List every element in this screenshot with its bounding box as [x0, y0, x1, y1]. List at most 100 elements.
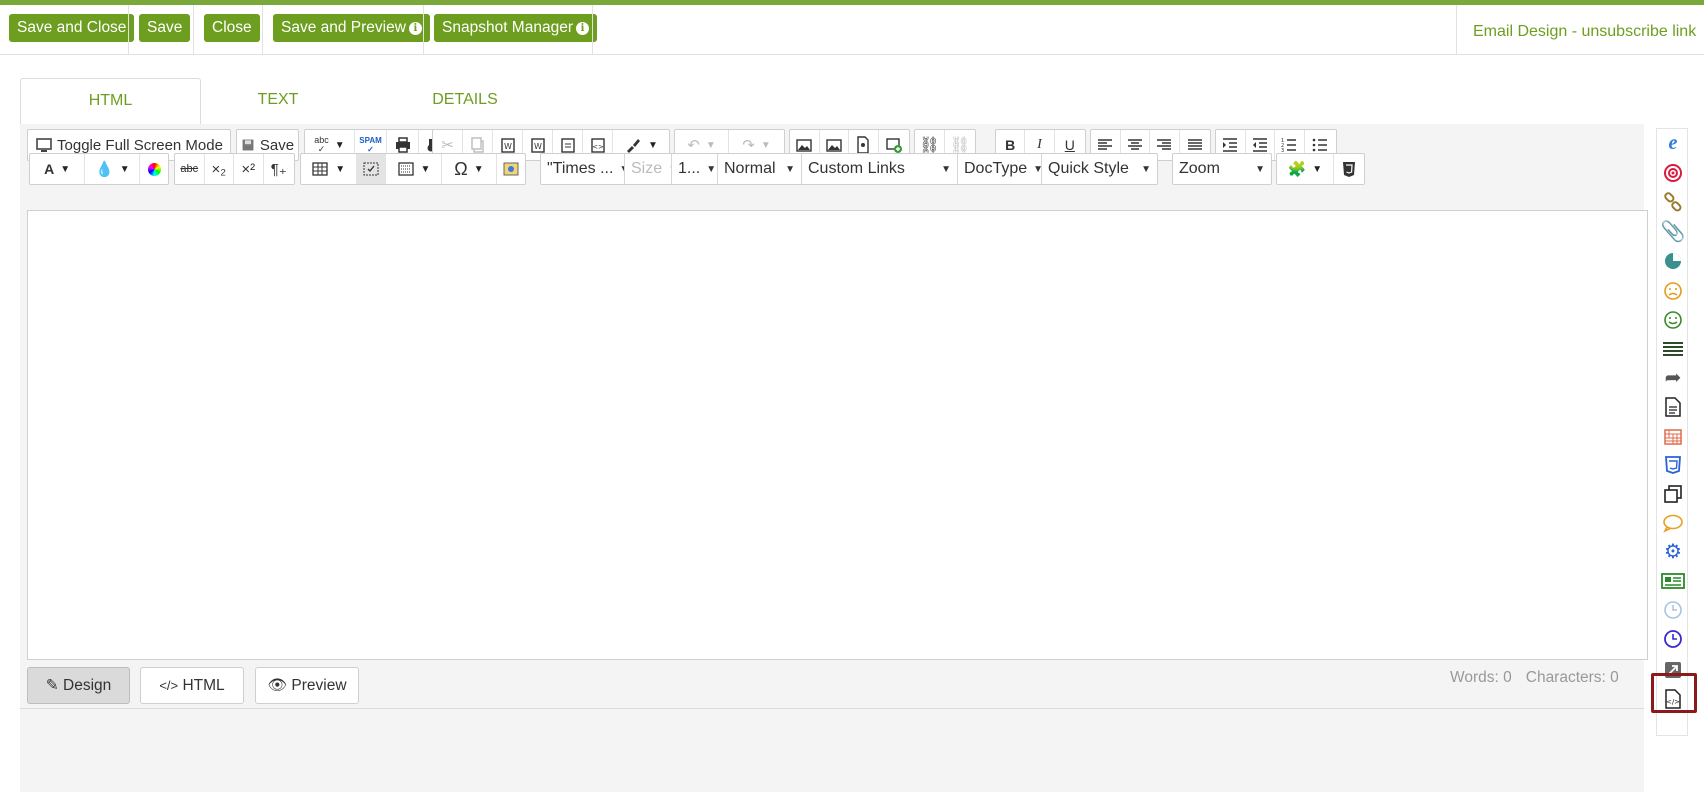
link-chain-icon[interactable]: [1661, 190, 1685, 214]
chevron-down-icon: ▼: [785, 163, 795, 175]
align-left-icon: [1098, 139, 1113, 150]
save-and-preview-button[interactable]: Save and Preview i: [273, 14, 430, 42]
spam-text: SPAM: [359, 136, 382, 145]
script-group: abc ×₂ ×² ¶₊: [174, 153, 295, 185]
text-color-button[interactable]: A ▼: [30, 154, 86, 184]
zoom-select[interactable]: Zoom ▼: [1173, 154, 1271, 184]
sad-face-icon[interactable]: [1661, 279, 1685, 303]
text-color-icon: A: [44, 161, 55, 177]
tab-text[interactable]: TEXT: [208, 78, 348, 125]
divider: [1456, 5, 1457, 55]
calendar-icon[interactable]: [1661, 424, 1685, 448]
chevron-down-icon[interactable]: ▼: [761, 140, 771, 151]
gears-icon[interactable]: ⚙: [1661, 540, 1685, 564]
snapshot-manager-button[interactable]: Snapshot Manager i: [434, 14, 597, 42]
paragraph-format-select[interactable]: Normal ▼: [718, 154, 802, 184]
unlink-icon: ⛓: [949, 137, 971, 154]
font-size-select[interactable]: Size▼: [625, 154, 672, 184]
close-label: Close: [212, 19, 252, 36]
table-button[interactable]: ▼: [301, 154, 357, 184]
font-name-select[interactable]: "Times ...▼: [541, 154, 625, 184]
side-tools-rail: e 📎 ➦ ⚙ </>: [1656, 128, 1688, 736]
words-count: Words: 0: [1450, 669, 1512, 686]
css3-icon[interactable]: [1661, 453, 1685, 477]
chevron-down-icon[interactable]: ▼: [648, 140, 658, 151]
preview-mode-button[interactable]: 👁 Preview: [255, 667, 359, 704]
document-icon[interactable]: [1661, 395, 1685, 419]
clock-icon[interactable]: [1661, 627, 1685, 651]
speech-bubble-icon[interactable]: [1661, 511, 1685, 535]
save-button[interactable]: Save: [139, 14, 191, 42]
align-right-icon: [1157, 139, 1172, 150]
zoom-value: Zoom: [1179, 160, 1220, 177]
special-char-button[interactable]: Ω ▼: [442, 154, 498, 184]
design-mode-label: Design: [63, 677, 112, 694]
paragraph-button[interactable]: ¶₊: [264, 154, 294, 184]
clipboard-icon: [560, 138, 575, 153]
editor-canvas[interactable]: [27, 210, 1648, 660]
top-action-bar: Save and Close Save Close Save and Previ…: [0, 5, 1704, 55]
newsletter-icon[interactable]: [1661, 569, 1685, 593]
chevron-down-icon: ▼: [941, 163, 951, 175]
superscript-button[interactable]: ×²: [234, 154, 264, 184]
ie-browser-icon[interactable]: e: [1661, 131, 1685, 155]
numbered-list-icon: 123: [1281, 138, 1297, 154]
html-mode-button[interactable]: </> HTML: [140, 667, 244, 704]
image-manager-icon: [826, 139, 842, 152]
scissors-icon: ✂: [441, 137, 454, 154]
quick-style-value: Quick Style: [1048, 160, 1129, 177]
design-mode-button[interactable]: ✎ Design: [27, 667, 130, 704]
chevron-down-icon[interactable]: ▼: [335, 164, 345, 175]
line-height-select[interactable]: 1... ▼: [672, 154, 718, 184]
clock-light-icon[interactable]: [1661, 598, 1685, 622]
superscript-icon: ×²: [241, 160, 256, 178]
chevron-down-icon[interactable]: ▼: [335, 140, 345, 151]
chevron-down-icon[interactable]: ▼: [706, 140, 716, 151]
paste-word-icon: W: [500, 138, 515, 153]
paperclip-icon[interactable]: 📎: [1661, 220, 1686, 244]
pilcrow-icon: ¶₊: [270, 161, 287, 178]
tab-html[interactable]: HTML: [20, 78, 201, 125]
tab-details[interactable]: DETAILS: [395, 78, 535, 125]
show-borders-button[interactable]: [356, 154, 387, 184]
printer-icon: [395, 137, 410, 153]
chevron-down-icon[interactable]: ▼: [421, 164, 431, 175]
chevron-down-icon: ▼: [1033, 164, 1041, 175]
paragraph-format-value: Normal: [724, 160, 776, 177]
chevron-down-icon: ▼: [1141, 163, 1151, 175]
form-button[interactable]: ▼: [386, 154, 442, 184]
list-lines-icon[interactable]: [1661, 337, 1685, 361]
chevron-down-icon[interactable]: ▼: [474, 164, 484, 175]
chevron-down-icon[interactable]: ▼: [120, 164, 130, 175]
subscript-button[interactable]: ×₂: [205, 154, 235, 184]
strikethrough-button[interactable]: abc: [175, 154, 205, 184]
close-button[interactable]: Close: [204, 14, 260, 42]
css-button[interactable]: [1334, 154, 1364, 184]
media-button[interactable]: [497, 154, 525, 184]
code-icon: </>: [159, 678, 179, 693]
smile-face-icon[interactable]: [1661, 308, 1685, 332]
line-height-value: 1...: [678, 160, 701, 177]
target-icon[interactable]: [1661, 161, 1685, 185]
copy-pages-icon[interactable]: [1661, 482, 1685, 506]
extras-group: 🧩 ▼: [1276, 153, 1365, 185]
info-icon: i: [408, 22, 422, 35]
background-color-button[interactable]: 💧 ▼: [85, 154, 141, 184]
color-palette-button[interactable]: [140, 154, 168, 184]
chevron-down-icon[interactable]: ▼: [60, 164, 70, 175]
snapshot-manager-label: Snapshot Manager: [442, 19, 573, 36]
module-manager-button[interactable]: 🧩 ▼: [1277, 154, 1334, 184]
monitor-icon: [36, 138, 52, 152]
doctype-select[interactable]: DocType ▼: [958, 154, 1042, 184]
forward-arrow-icon[interactable]: ➦: [1661, 366, 1685, 390]
quick-style-select[interactable]: Quick Style ▼: [1042, 154, 1157, 184]
brush-icon: [627, 139, 641, 153]
pie-chart-icon[interactable]: [1661, 249, 1685, 273]
align-center-icon: [1127, 139, 1142, 150]
svg-text:<>: <>: [592, 143, 604, 151]
save-and-close-button[interactable]: Save and Close: [9, 14, 135, 42]
custom-links-select[interactable]: Custom Links ▼: [802, 154, 958, 184]
editor-toolbar: Toggle Full Screen Mode Save abc ✓ ▼ SPAM ✓…: [27, 129, 1648, 201]
editor-tabs: HTML TEXT DETAILS: [20, 78, 560, 125]
chevron-down-icon[interactable]: ▼: [1312, 164, 1322, 175]
